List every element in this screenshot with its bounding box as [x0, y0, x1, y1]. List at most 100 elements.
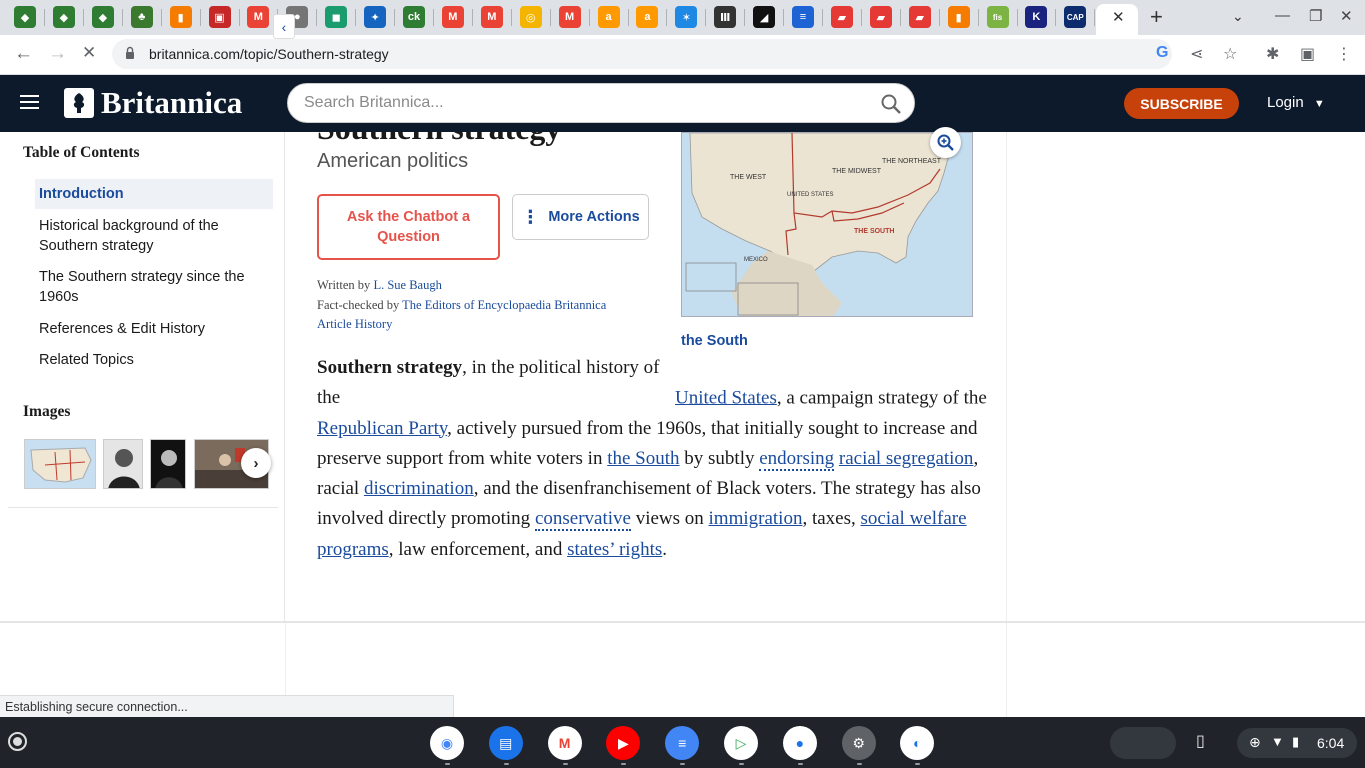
toc-item-historical-background[interactable]: Historical background of the Southern st…: [35, 211, 273, 261]
slides-icon[interactable]: ▮: [947, 6, 970, 28]
dropbox-icon[interactable]: ✦: [364, 6, 387, 28]
slides-icon[interactable]: ▮: [169, 6, 192, 28]
back-icon[interactable]: ←: [14, 43, 33, 65]
link-republican-party[interactable]: Republican Party: [317, 418, 447, 439]
stop-loading-icon[interactable]: ✕: [82, 43, 96, 63]
link-racial-segregation[interactable]: racial segregation: [839, 448, 974, 469]
share-icon[interactable]: ⋖: [1190, 44, 1203, 64]
search-input[interactable]: [304, 84, 864, 122]
messages-app-icon[interactable]: ●: [782, 726, 817, 760]
classroom-icon[interactable]: ◆: [14, 6, 36, 28]
image-thumbnail-map[interactable]: [24, 439, 96, 489]
toc-title: Table of Contents: [23, 144, 140, 161]
login-button[interactable]: Login ▼: [1267, 94, 1325, 111]
bookmark-icon[interactable]: ▰: [869, 6, 892, 28]
site-logo-text[interactable]: Britannica: [101, 85, 242, 121]
classroom-icon[interactable]: ◆: [52, 6, 75, 28]
side-panel-icon[interactable]: ▣: [1300, 44, 1315, 64]
docs-app-icon[interactable]: ≡: [665, 726, 700, 760]
collapse-toc-icon[interactable]: ‹: [273, 14, 295, 39]
thumbnails-next-icon[interactable]: ›: [241, 448, 271, 478]
classroom-icon[interactable]: ◆: [91, 6, 114, 28]
amazon-icon[interactable]: a: [636, 6, 659, 28]
bookmark-star-icon[interactable]: ☆: [1223, 44, 1237, 64]
subscribe-button[interactable]: SUBSCRIBE: [1124, 88, 1239, 119]
app-running-indicator: [680, 763, 686, 765]
launcher-icon[interactable]: [8, 732, 27, 751]
forward-icon[interactable]: →: [48, 43, 67, 65]
link-discrimination[interactable]: discrimination: [364, 478, 474, 499]
chrome-icon[interactable]: ◎: [519, 6, 542, 28]
extensions-icon[interactable]: ✱: [1266, 44, 1279, 64]
gmail-app-icon[interactable]: M: [547, 726, 582, 760]
holding-space-icon[interactable]: [1110, 727, 1176, 759]
content-divider: [0, 621, 1365, 623]
quizlet-icon[interactable]: ◼: [325, 6, 348, 28]
toc-item-since-1960s[interactable]: The Southern strategy since the 1960s: [35, 262, 273, 312]
tab-separator: [860, 9, 862, 26]
cap-icon[interactable]: CAP: [1064, 6, 1087, 28]
author-link[interactable]: L. Sue Baugh: [373, 278, 441, 292]
more-actions-button[interactable]: ⋮ More Actions: [512, 194, 649, 240]
screencast-app-icon[interactable]: ◐: [900, 726, 935, 760]
link-states-rights[interactable]: states’ rights: [567, 539, 662, 560]
settings-app-icon[interactable]: ⚙: [841, 726, 876, 760]
hamburger-menu-icon[interactable]: [20, 95, 39, 111]
britannica-logo-icon[interactable]: [64, 88, 94, 118]
bookmark-icon[interactable]: ▰: [830, 6, 853, 28]
search-icon[interactable]: [880, 93, 902, 115]
youtube-app-icon[interactable]: ▶: [606, 726, 641, 760]
tab-search-icon[interactable]: ⌄: [1232, 8, 1244, 25]
zoom-in-icon[interactable]: [930, 127, 961, 158]
dictionary-conservative[interactable]: conservative: [534, 508, 631, 532]
tab-separator: [316, 9, 318, 26]
butterfly-icon[interactable]: ✶: [675, 6, 698, 28]
toc-item-references[interactable]: References & Edit History: [35, 314, 273, 344]
map-caption[interactable]: the South: [681, 333, 748, 349]
toc-item-related-topics[interactable]: Related Topics: [35, 345, 273, 375]
restore-icon[interactable]: ❐: [1309, 7, 1322, 25]
clock: 6:04: [1317, 735, 1345, 751]
minimize-icon[interactable]: —: [1275, 7, 1290, 24]
k-icon[interactable]: K: [1025, 6, 1048, 28]
link-immigration[interactable]: immigration: [709, 508, 803, 529]
status-bar: Establishing secure connection...: [0, 695, 454, 717]
files-app-icon[interactable]: ▤: [488, 726, 523, 760]
image-thumbnail-portrait[interactable]: [103, 439, 143, 489]
library-icon[interactable]: Ⅲ: [714, 6, 737, 28]
address-bar[interactable]: britannica.com/topic/Southern-strategy: [112, 39, 1172, 69]
tab-separator: [822, 9, 823, 26]
phone-hub-icon[interactable]: ▯: [1196, 731, 1216, 753]
gmail-icon[interactable]: M: [247, 6, 270, 28]
bookmark-icon[interactable]: ▰: [908, 6, 931, 28]
gmail-icon[interactable]: M: [480, 6, 503, 28]
play-store-app-icon[interactable]: ▷: [724, 726, 758, 760]
fact-checker-link[interactable]: The Editors of Encyclopaedia Britannica: [402, 298, 606, 312]
link-the-south[interactable]: the South: [607, 448, 679, 469]
docs-icon[interactable]: ≡: [792, 6, 814, 28]
window-close-icon[interactable]: ✕: [1340, 7, 1353, 25]
ck12-icon[interactable]: ck: [403, 6, 425, 28]
status-tray[interactable]: ⊕ ▼ ▮ 6:04: [1237, 728, 1357, 758]
ask-chatbot-button[interactable]: Ask the Chatbot a Question: [317, 194, 500, 260]
google-icon[interactable]: G: [1156, 44, 1168, 62]
gmail-icon[interactable]: M: [441, 6, 464, 28]
browser-toolbar: ← → ✕ britannica.com/topic/Southern-stra…: [0, 35, 1365, 75]
menu-icon[interactable]: ⋮: [1336, 44, 1352, 64]
dictionary-endorsing[interactable]: endorsing: [759, 447, 835, 471]
new-tab-icon[interactable]: +: [1150, 4, 1163, 30]
chrome-app-icon[interactable]: ◉: [430, 726, 464, 760]
image-thumbnail-photo[interactable]: [150, 439, 186, 489]
close-tab-icon[interactable]: ✕: [1112, 8, 1125, 26]
map-label-midwest: THE MIDWEST: [832, 168, 882, 175]
gift-icon[interactable]: ▣: [208, 6, 231, 28]
map-image[interactable]: THE WEST THE MIDWEST THE NORTHEAST UNITE…: [681, 132, 973, 317]
code-icon[interactable]: ◢: [753, 6, 776, 28]
link-united-states[interactable]: United States: [675, 387, 777, 408]
fis-icon[interactable]: fis: [986, 6, 1009, 28]
article-history-link[interactable]: Article History: [317, 317, 392, 332]
toc-item-introduction[interactable]: Introduction: [35, 179, 273, 209]
gmail-icon[interactable]: M: [558, 6, 581, 28]
plant-icon[interactable]: ♣: [130, 6, 153, 28]
amazon-icon[interactable]: a: [597, 6, 620, 28]
